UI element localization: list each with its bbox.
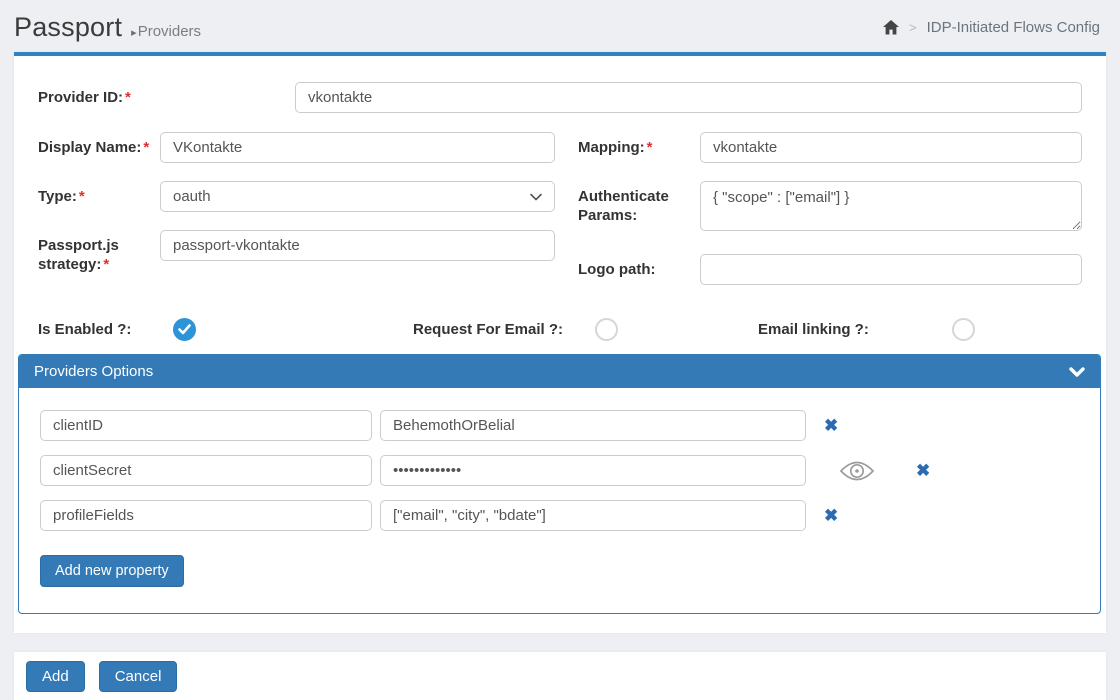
display-name-field-row: Display Name:* [38,132,555,163]
property-value-input[interactable] [380,410,806,441]
page-subtitle-label: Providers [138,23,201,40]
passport-strategy-input[interactable] [160,230,555,261]
breadcrumb-current: IDP-Initiated Flows Config [927,19,1100,36]
home-icon[interactable] [883,20,899,35]
type-field-row: Type:* oauth [38,181,555,212]
collapse-chevron-icon[interactable] [1069,367,1085,377]
property-row-clientid: ✖ [40,410,1080,441]
provider-id-field-row: Provider ID:* [38,82,1082,113]
property-row-profilefields: ✖ [40,500,1080,531]
logo-path-field-row: Logo path: [578,254,1082,285]
is-enabled-checkbox[interactable] [173,318,196,341]
remove-property-icon[interactable]: ✖ [824,507,838,524]
mapping-field-row: Mapping:* [578,132,1082,163]
provider-form-panel: Provider ID:* Display Name:* Type:* oaut… [14,52,1106,633]
cancel-button[interactable]: Cancel [99,661,178,692]
property-value-input[interactable] [380,500,806,531]
add-button[interactable]: Add [26,661,85,692]
footer-actions-panel: Add Cancel [14,652,1106,700]
is-enabled-label: Is Enabled ?: [38,321,173,338]
add-new-property-button[interactable]: Add new property [40,555,184,587]
property-row-clientsecret: ✖ [40,455,1080,486]
request-for-email-toggle-group: Request For Email ?: [413,318,618,341]
display-name-input[interactable] [160,132,555,163]
passport-strategy-field-row: Passport.js strategy:* [38,230,555,274]
breadcrumb-separator: > [909,20,917,35]
type-select-value: oauth [173,188,211,205]
reveal-secret-eye-icon[interactable] [838,459,876,483]
subtitle-arrow-icon: ▸ [131,27,137,39]
breadcrumb: > IDP-Initiated Flows Config [883,19,1100,36]
type-select[interactable]: oauth [160,181,555,212]
check-icon [178,324,191,335]
required-asterisk: * [143,139,149,156]
page-subtitle: ▸Providers [131,23,201,40]
display-name-label: Display Name:* [38,132,160,157]
property-key-input[interactable] [40,410,372,441]
property-key-input[interactable] [40,455,372,486]
authenticate-params-field-row: Authenticate Params: { "scope" : ["email… [578,181,1082,236]
required-asterisk: * [647,139,653,156]
authenticate-params-label: Authenticate Params: [578,181,700,225]
required-asterisk: * [103,256,109,273]
remove-property-icon[interactable]: ✖ [824,417,838,434]
required-asterisk: * [79,188,85,205]
provider-id-label: Provider ID:* [38,82,295,107]
authenticate-params-textarea[interactable]: { "scope" : ["email"] } [700,181,1082,231]
logo-path-label: Logo path: [578,254,700,279]
email-linking-toggle-group: Email linking ?: [758,318,975,341]
email-linking-label: Email linking ?: [758,321,952,338]
email-linking-checkbox[interactable] [952,318,975,341]
mapping-label: Mapping:* [578,132,700,157]
property-value-input-masked[interactable] [380,455,806,486]
required-asterisk: * [125,89,131,106]
providers-options-title: Providers Options [34,363,153,380]
chevron-down-icon [530,193,542,201]
type-label: Type:* [38,181,160,206]
mapping-input[interactable] [700,132,1082,163]
remove-property-icon[interactable]: ✖ [916,462,930,479]
topbar: Passport ▸Providers > IDP-Initiated Flow… [0,0,1120,52]
is-enabled-toggle-group: Is Enabled ?: [38,318,196,341]
request-for-email-checkbox[interactable] [595,318,618,341]
request-for-email-label: Request For Email ?: [413,321,595,338]
logo-path-input[interactable] [700,254,1082,285]
provider-id-input[interactable] [295,82,1082,113]
passport-strategy-label: Passport.js strategy:* [38,230,160,274]
toggles-row: Is Enabled ?: Request For Email ?: Email… [38,318,1082,341]
property-key-input[interactable] [40,500,372,531]
providers-options-header[interactable]: Providers Options [19,355,1100,388]
providers-options-body: ✖ ✖ ✖ Add new property [19,388,1100,613]
providers-options-panel: Providers Options ✖ ✖ ✖ [18,354,1101,614]
page-title: Passport [14,12,122,43]
